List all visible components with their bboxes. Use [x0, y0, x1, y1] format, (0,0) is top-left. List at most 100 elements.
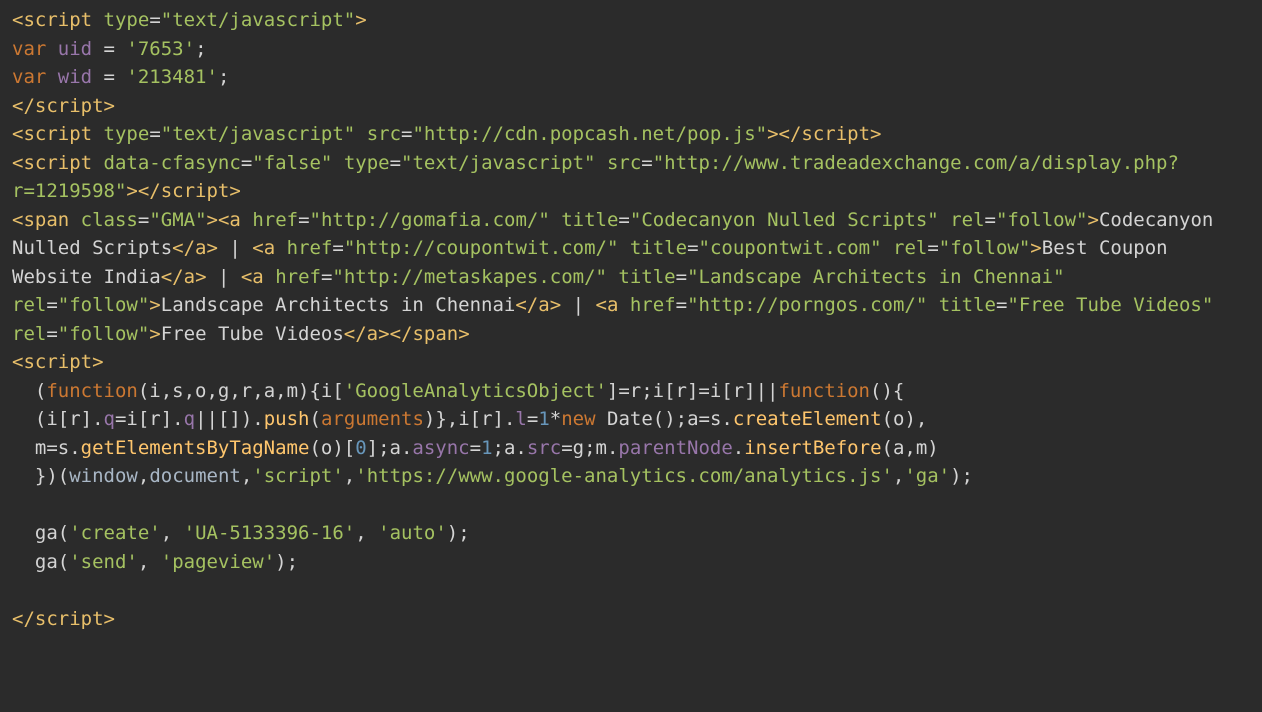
code-token: ,	[241, 465, 252, 487]
code-token	[12, 408, 35, 430]
code-token	[12, 551, 35, 573]
code-token: =	[332, 237, 343, 259]
code-token: ></	[378, 323, 412, 345]
code-token: a	[367, 323, 378, 345]
code-token: =	[676, 266, 687, 288]
code-token: href	[287, 237, 333, 259]
code-token: =	[618, 209, 629, 231]
code-token: "http://metaskapes.com/"	[332, 266, 607, 288]
code-token	[92, 123, 103, 145]
code-token: title	[561, 209, 618, 231]
code-token: 'send'	[69, 551, 138, 573]
code-token: "follow"	[996, 209, 1088, 231]
code-token: "follow"	[939, 237, 1031, 259]
code-token: =	[996, 294, 1007, 316]
code-token	[92, 152, 103, 174]
code-token: 'pageview'	[161, 551, 275, 573]
code-token: "GMA"	[149, 209, 206, 231]
code-token: "coupontwit.com"	[699, 237, 882, 259]
code-token: =	[298, 209, 309, 231]
code-token: 1	[538, 408, 549, 430]
code-token: ]=r;i[r]=i[r]||	[607, 380, 779, 402]
code-token: >	[149, 323, 160, 345]
code-token: 'auto'	[378, 522, 447, 544]
code-token: '7653'	[126, 38, 195, 60]
code-token: >	[195, 266, 206, 288]
code-token: =	[104, 38, 127, 60]
code-token: script	[801, 123, 870, 145]
code-token: ];a.	[367, 437, 413, 459]
code-token: 'GoogleAnalyticsObject'	[344, 380, 607, 402]
code-token: >	[149, 294, 160, 316]
code-token: =	[927, 237, 938, 259]
code-token	[882, 237, 893, 259]
code-token	[12, 465, 35, 487]
code-token: =	[138, 209, 149, 231]
code-token	[92, 9, 103, 31]
code-token: rel	[893, 237, 927, 259]
code-token: async	[412, 437, 469, 459]
code-token: .	[733, 437, 744, 459]
code-token	[1065, 266, 1076, 288]
code-token: type	[104, 123, 150, 145]
code-token: >	[1030, 237, 1041, 259]
code-token: );	[950, 465, 973, 487]
code-token: =i[r].	[115, 408, 184, 430]
code-token	[69, 209, 80, 231]
code-token: =	[149, 9, 160, 31]
code-token: >	[92, 351, 103, 373]
code-token: <	[595, 294, 606, 316]
code-token: title	[618, 266, 675, 288]
code-token: Free Tube Videos	[161, 323, 344, 345]
code-token: type	[104, 9, 150, 31]
code-token: =	[470, 437, 481, 459]
code-token: (a,m)	[882, 437, 939, 459]
code-token: (i,s,o,g,r,a,m)	[138, 380, 310, 402]
code-token	[596, 152, 607, 174]
code-token: span	[23, 209, 69, 231]
code-token: >	[104, 608, 115, 630]
code-token: ();a=s.	[653, 408, 733, 430]
code-token: =	[985, 209, 996, 231]
code-token: rel	[12, 323, 46, 345]
code-token: a	[538, 294, 549, 316]
code-token	[607, 266, 618, 288]
code-token: script	[23, 123, 92, 145]
code-token: (	[12, 380, 46, 402]
code-token: =g;m.	[561, 437, 618, 459]
code-token: =	[390, 152, 401, 174]
code-token: script	[35, 95, 104, 117]
code-token: ;	[195, 38, 206, 60]
code-token: a	[607, 294, 618, 316]
code-token	[275, 237, 286, 259]
code-token: ;a.	[493, 437, 527, 459]
code-token: getElementsByTagName	[81, 437, 310, 459]
code-token: a	[184, 266, 195, 288]
code-token: "Codecanyon Nulled Scripts"	[630, 209, 939, 231]
code-token: src	[607, 152, 641, 174]
code-token	[939, 209, 950, 231]
code-token: ></	[767, 123, 801, 145]
code-token: );	[447, 522, 470, 544]
code-token: ||[]).	[195, 408, 264, 430]
code-token: </	[12, 95, 35, 117]
code-token: "Landscape Architects in Chennai"	[687, 266, 1065, 288]
code-token: "text/javascript"	[161, 9, 355, 31]
code-token: ,	[161, 522, 184, 544]
code-token: </	[515, 294, 538, 316]
code-token: ga	[35, 522, 58, 544]
code-token: arguments	[321, 408, 424, 430]
code-token: title	[630, 237, 687, 259]
code-token: ,	[138, 465, 149, 487]
code-token: href	[252, 209, 298, 231]
code-token: (	[58, 522, 69, 544]
code-token: 'script'	[252, 465, 344, 487]
code-token: "http://coupontwit.com/"	[344, 237, 619, 259]
code-token: data-cfasync	[104, 152, 241, 174]
code-token: >	[355, 9, 366, 31]
code-token	[355, 123, 366, 145]
code-token: (o)[	[309, 437, 355, 459]
code-token: q	[184, 408, 195, 430]
code-token: ,	[355, 522, 378, 544]
code-token: l	[515, 408, 526, 430]
